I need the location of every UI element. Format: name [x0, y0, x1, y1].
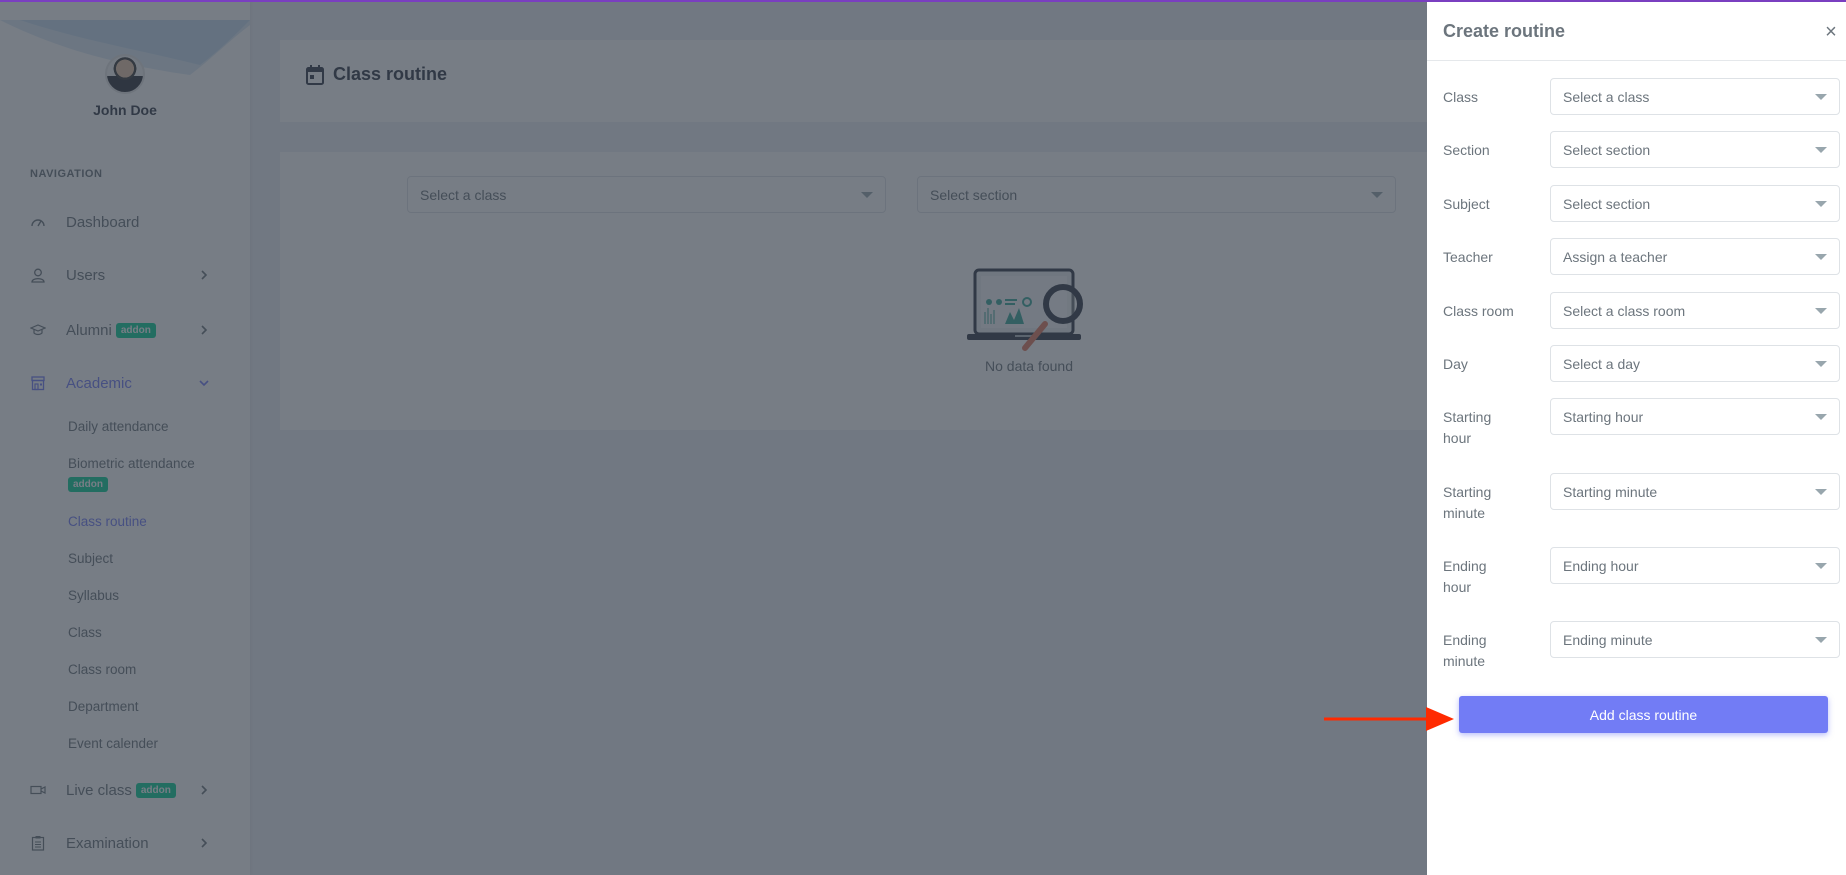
ending-minute-select[interactable]: Ending minute: [1550, 621, 1840, 658]
field-label: Ending minute: [1443, 632, 1487, 669]
teacher-select[interactable]: Assign a teacher: [1550, 238, 1840, 275]
class-room-select[interactable]: Select a class room: [1550, 292, 1840, 329]
select-value: Ending hour: [1563, 557, 1639, 574]
field-label: Section: [1443, 142, 1490, 158]
field-label: Day: [1443, 356, 1468, 372]
caret-down-icon: [1815, 489, 1827, 495]
caret-down-icon: [1815, 361, 1827, 367]
select-value: Select a class: [1563, 88, 1650, 105]
select-value: Assign a teacher: [1563, 248, 1668, 265]
subject-select[interactable]: Select section: [1550, 185, 1840, 222]
field-label: Teacher: [1443, 249, 1493, 265]
caret-down-icon: [1815, 637, 1827, 643]
field-label: Class: [1443, 89, 1479, 105]
select-value: Select section: [1563, 141, 1651, 158]
top-accent-border: [0, 0, 1846, 2]
caret-down-icon: [1815, 254, 1827, 260]
select-value: Starting minute: [1563, 483, 1658, 500]
annotation-arrow-icon: [1324, 707, 1454, 731]
add-class-routine-button[interactable]: Add class routine: [1459, 696, 1828, 733]
drawer-title: Create routine: [1443, 21, 1566, 41]
select-value: Select section: [1563, 195, 1651, 212]
caret-down-icon: [1815, 94, 1827, 100]
starting-minute-select[interactable]: Starting minute: [1550, 473, 1840, 510]
field-label: Starting hour: [1443, 409, 1492, 446]
select-value: Starting hour: [1563, 408, 1644, 425]
caret-down-icon: [1815, 308, 1827, 314]
close-icon[interactable]: ×: [1821, 22, 1841, 42]
field-label: Subject: [1443, 196, 1490, 212]
create-routine-drawer: Create routine × Class Select a class Se…: [1427, 2, 1846, 875]
select-value: Select a day: [1563, 355, 1641, 372]
ending-hour-select[interactable]: Ending hour: [1550, 547, 1840, 584]
field-label: Starting minute: [1443, 484, 1492, 521]
section-select[interactable]: Select section: [1550, 131, 1840, 168]
caret-down-icon: [1815, 414, 1827, 420]
field-label: Class room: [1443, 303, 1514, 319]
select-value: Select a class room: [1563, 302, 1686, 319]
caret-down-icon: [1815, 147, 1827, 153]
day-select[interactable]: Select a day: [1550, 345, 1840, 382]
select-value: Ending minute: [1563, 631, 1653, 648]
field-label: Ending hour: [1443, 558, 1487, 595]
drawer-header: Create routine ×: [1427, 2, 1846, 61]
caret-down-icon: [1815, 201, 1827, 207]
class-select[interactable]: Select a class: [1550, 78, 1840, 115]
caret-down-icon: [1815, 563, 1827, 569]
starting-hour-select[interactable]: Starting hour: [1550, 398, 1840, 435]
